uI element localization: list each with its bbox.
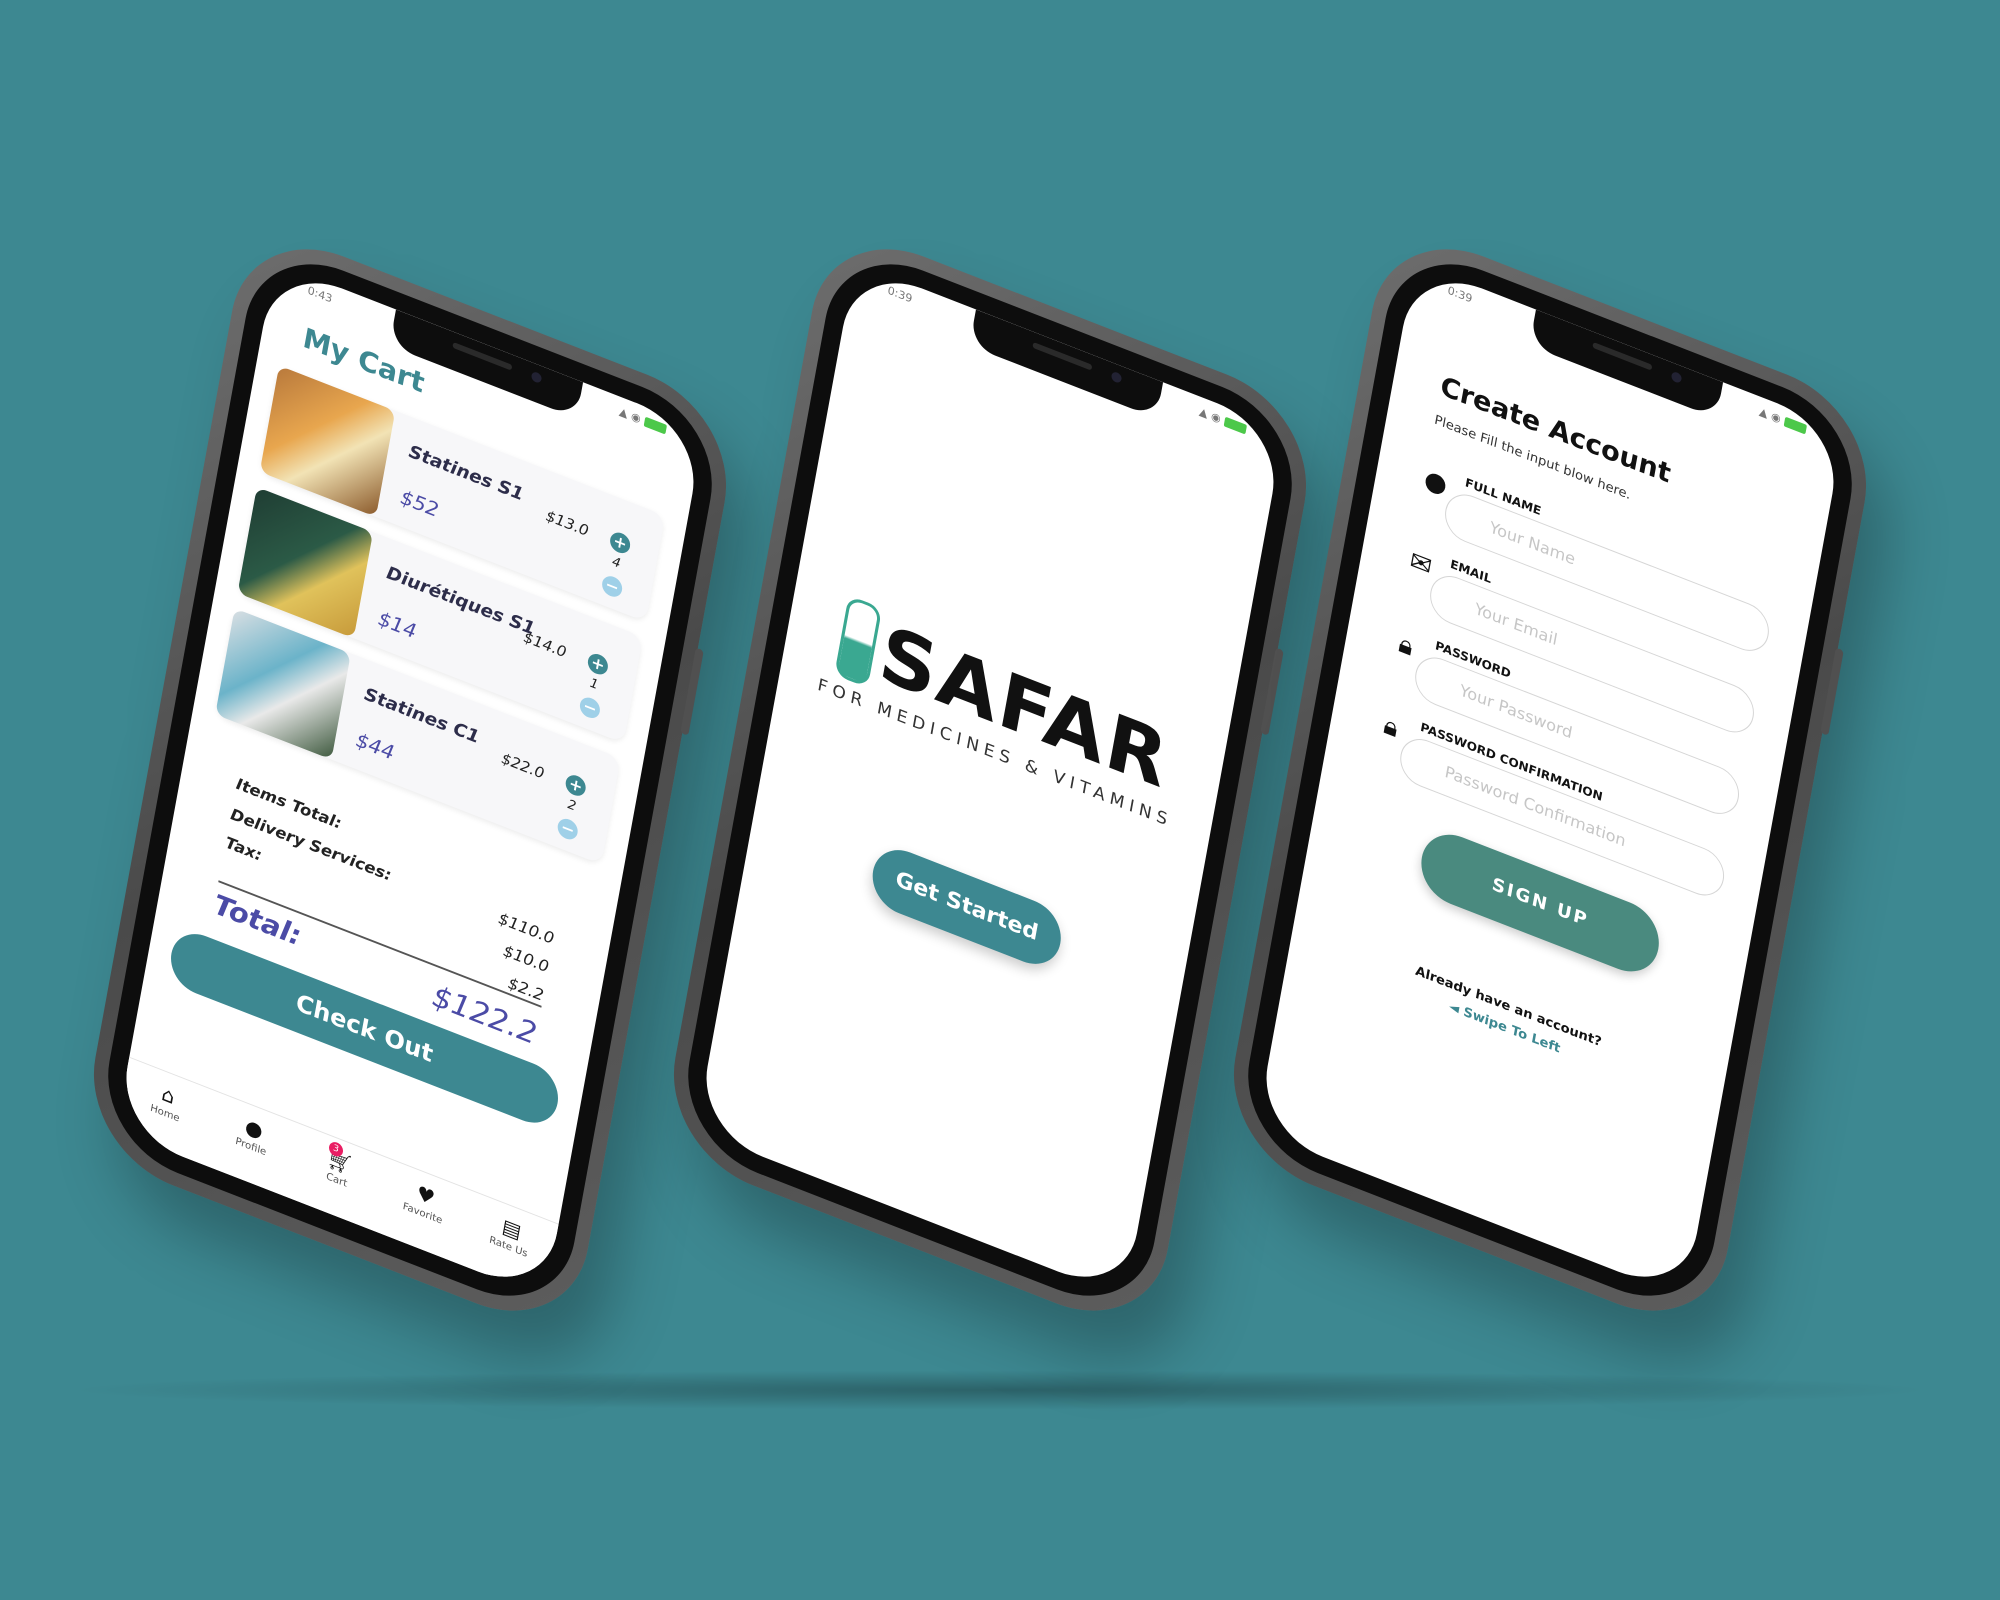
status-time: 0:39 — [886, 283, 914, 306]
cart-screen: 0:43 ▲ ◉ My Cart Statines S1 $52 $13.0 +… — [115, 262, 705, 1298]
increase-qty-button[interactable]: + — [608, 529, 632, 557]
already-have-account-text: Already have an account? — [1414, 963, 1603, 1051]
signup-screen: 0:39 ▲ ◉ Create Account Please Fill the … — [1255, 262, 1845, 1298]
decrease-qty-button[interactable]: − — [578, 694, 602, 722]
notch — [969, 309, 1164, 419]
item-unit-price: $14.0 — [522, 627, 568, 662]
increase-qty-button[interactable]: + — [586, 650, 610, 678]
phone-cart: 0:43 ▲ ◉ My Cart Statines S1 $52 $13.0 +… — [78, 219, 742, 1341]
decrease-qty-button[interactable]: − — [600, 573, 624, 600]
increase-qty-button[interactable]: + — [564, 772, 588, 799]
status-time: 0:43 — [306, 283, 334, 306]
side-button — [1820, 647, 1844, 736]
phone-signup: 0:39 ▲ ◉ Create Account Please Fill the … — [1218, 219, 1882, 1341]
tab-profile[interactable]: ● Profile — [215, 1104, 290, 1166]
battery-icon: ▲ ◉ — [617, 405, 668, 442]
side-button — [680, 647, 704, 736]
item-qty: 4 — [610, 554, 622, 572]
product-image — [237, 486, 374, 639]
mail-icon: ✉ — [1407, 545, 1435, 583]
lock-icon: 🔒︎ — [1381, 710, 1401, 745]
product-image — [259, 365, 396, 517]
floor-shadow — [60, 1370, 1940, 1410]
user-icon: ● — [1421, 464, 1450, 502]
tab-favorite[interactable]: ♥ Favorite — [387, 1171, 462, 1233]
lock-icon: 🔒︎ — [1396, 628, 1416, 663]
get-started-button[interactable]: Get Started — [867, 840, 1066, 974]
side-button — [1260, 647, 1284, 736]
item-qty: 1 — [588, 675, 600, 694]
decrease-qty-button[interactable]: − — [556, 815, 580, 843]
tab-cart[interactable]: 3 🛒︎ Cart — [301, 1137, 376, 1199]
logo: SAFAR FOR MEDICINES & VITAMINS — [778, 575, 1226, 846]
phone-bezel: 0:39 ▲ ◉ Create Account Please Fill the … — [1234, 238, 1866, 1322]
notch — [389, 309, 584, 419]
item-unit-price: $22.0 — [500, 749, 546, 783]
splash-screen: 0:39 ▲ ◉ SAFAR FOR MEDICINES & VITAMINS … — [695, 262, 1285, 1298]
item-qty: 2 — [566, 797, 578, 815]
pill-icon — [834, 595, 883, 688]
item-unit-price: $13.0 — [544, 506, 591, 541]
notch — [1529, 309, 1724, 419]
tab-rate-us[interactable]: ▤ Rate Us — [473, 1204, 548, 1266]
item-price: $52 — [398, 484, 441, 523]
phone-bezel: 0:39 ▲ ◉ SAFAR FOR MEDICINES & VITAMINS … — [674, 238, 1306, 1322]
swipe-to-login-link[interactable]: ◄ Swipe To Left — [1289, 937, 1721, 1118]
item-price: $44 — [354, 727, 397, 765]
tab-home[interactable]: ⌂ Home — [129, 1070, 204, 1132]
product-image — [215, 608, 351, 760]
status-time: 0:39 — [1446, 283, 1474, 306]
tax-row: Tax: $10.0 — [224, 833, 550, 977]
battery-icon: ▲ ◉ — [1197, 405, 1248, 442]
phone-splash: 0:39 ▲ ◉ SAFAR FOR MEDICINES & VITAMINS … — [658, 219, 1322, 1341]
phone-bezel: 0:43 ▲ ◉ My Cart Statines S1 $52 $13.0 +… — [94, 238, 726, 1322]
battery-icon: ▲ ◉ — [1757, 405, 1808, 442]
item-price: $14 — [376, 606, 419, 644]
